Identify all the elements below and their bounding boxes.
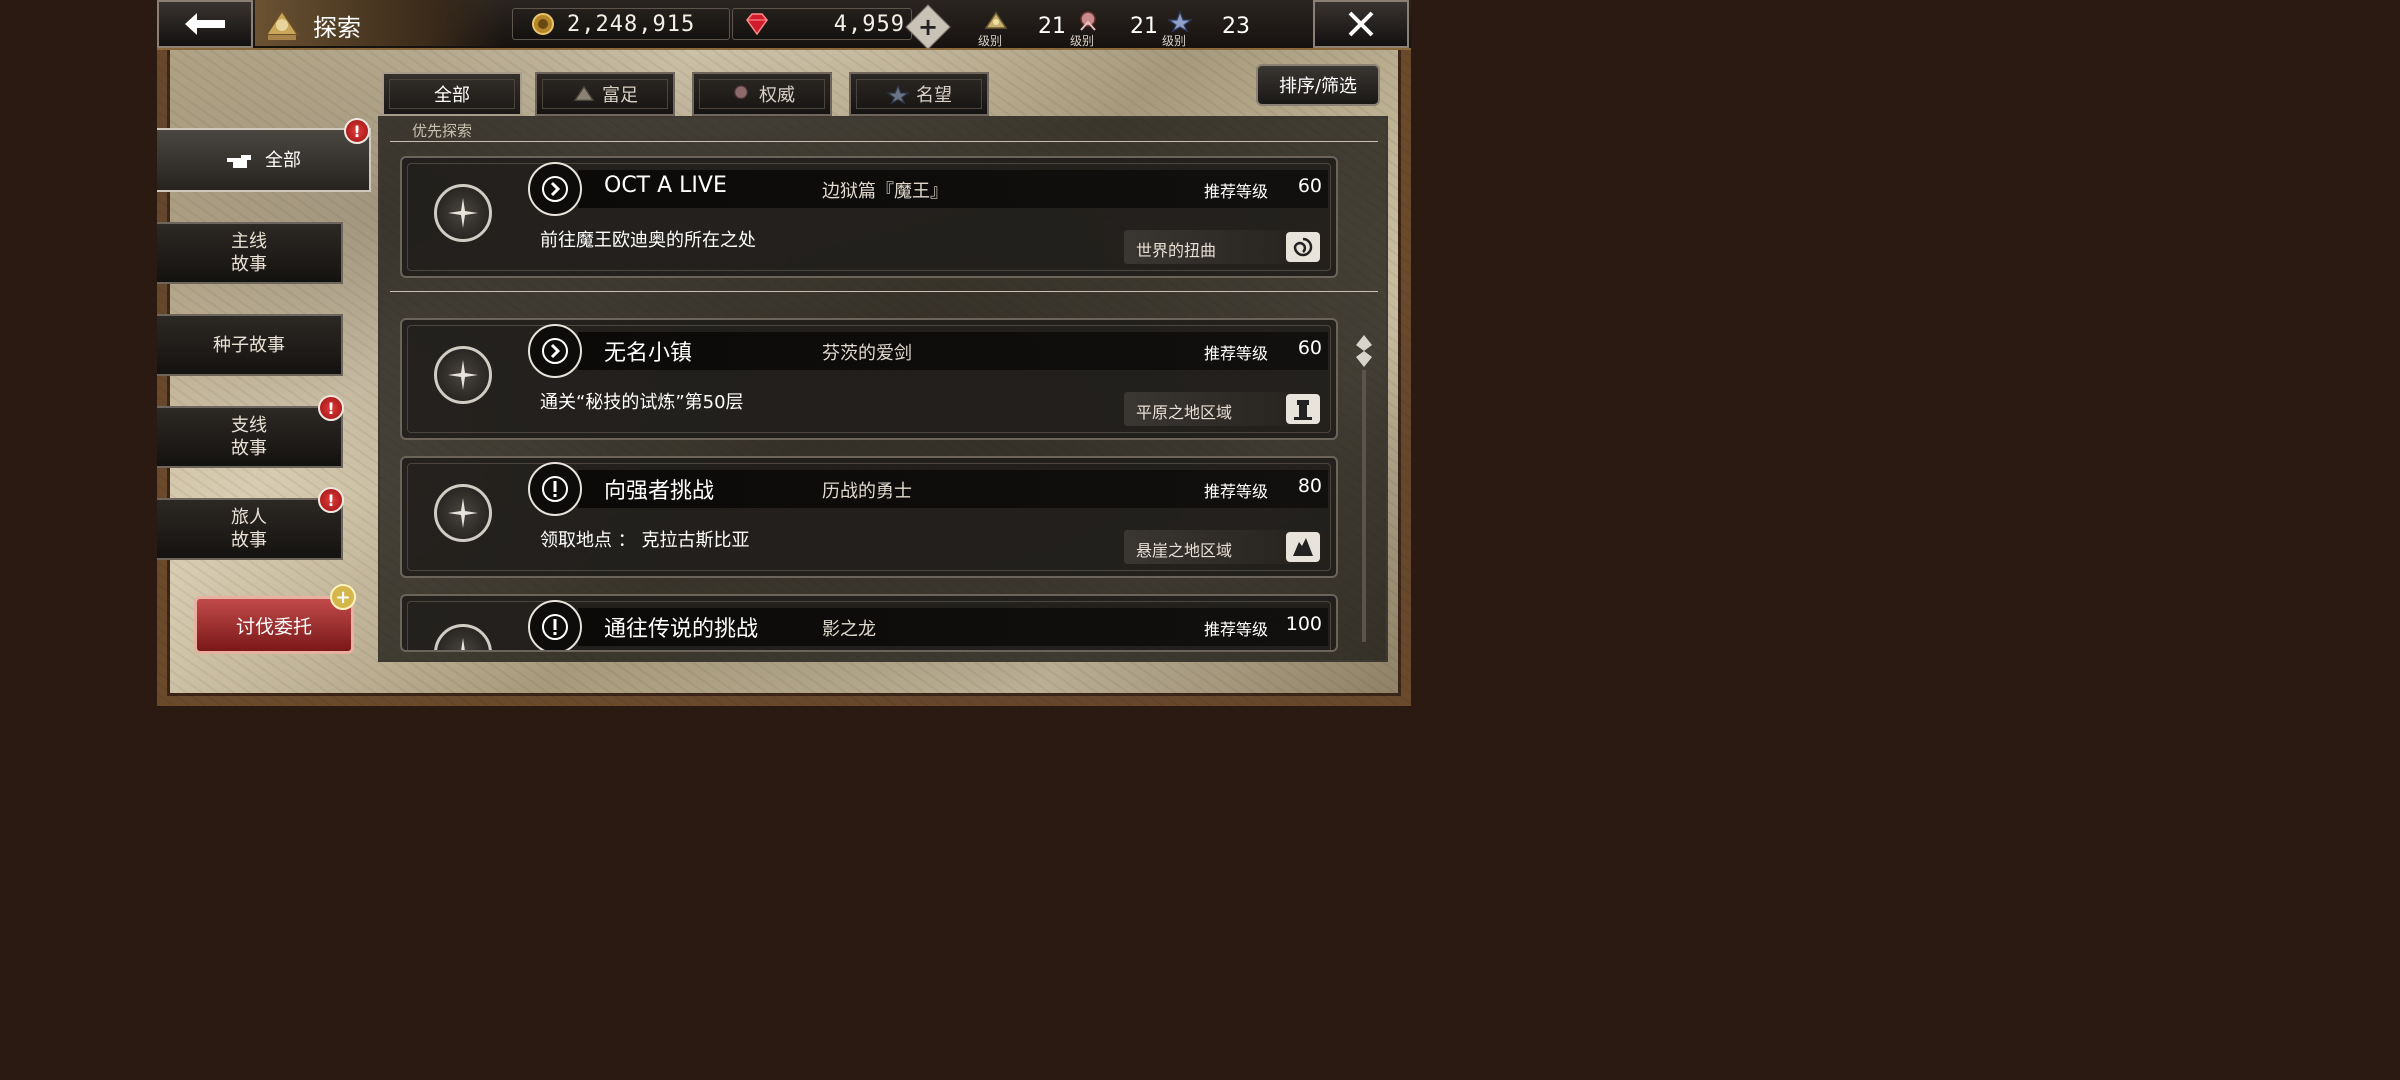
quest-name: OCT A LIVE — [604, 173, 727, 198]
arrow-circle-icon — [528, 324, 582, 378]
quest-description: 领取地点 ： 克拉古斯比亚 — [540, 530, 750, 551]
rec-level-value: 60 — [1297, 175, 1322, 197]
wealth-icon — [984, 11, 1008, 29]
coin-counter: 2,248,915 — [512, 8, 730, 40]
alert-badge: ! — [318, 395, 344, 421]
vortex-icon — [1286, 232, 1320, 262]
sidebar-item-traveler-story[interactable]: 旅人 故事 — [157, 498, 343, 560]
rec-level-value: 100 — [1285, 613, 1322, 635]
rec-level-label: 推荐等级 — [1204, 182, 1269, 201]
power-level: 级别 21 — [1068, 10, 1168, 48]
alert-badge: ! — [344, 118, 370, 144]
close-button[interactable] — [1313, 0, 1409, 48]
sort-filter-button[interactable]: 排序/筛选 — [1256, 64, 1380, 106]
subjugation-request-button[interactable]: 讨伐委托 — [194, 596, 354, 654]
right-backdrop — [1411, 0, 1568, 706]
plus-icon: + — [917, 13, 939, 41]
quest-subtitle: 影之龙 — [822, 619, 876, 640]
arrow-circle-icon — [528, 162, 582, 216]
quest-card[interactable]: 无名小镇 芬茨的爱剑 推荐等级 60 通关“秘技的试炼”第50层 平原之地区域 — [400, 318, 1338, 440]
compass-emblem-icon — [434, 184, 492, 242]
tab-power[interactable]: 权威 — [692, 72, 832, 116]
gem-counter: 4,959 — [732, 8, 912, 40]
scrollbar-thumb[interactable] — [1355, 334, 1373, 368]
divider-bottom — [390, 291, 1378, 292]
tab-wealth[interactable]: 富足 — [535, 72, 675, 116]
quest-card[interactable]: 向强者挑战 历战的勇士 推荐等级 80 领取地点 ： 克拉古斯比亚 悬崖之地区域 — [400, 456, 1338, 578]
tower-icon — [1286, 394, 1320, 424]
sidebar-item-all[interactable]: 全部 — [157, 128, 371, 192]
divider-top — [390, 141, 1378, 142]
quest-subtitle: 边狱篇『魔王』 — [822, 181, 948, 202]
quest-subtitle: 历战的勇士 — [822, 481, 912, 502]
tab-all[interactable]: 全部 — [382, 72, 522, 116]
quest-description: 通关“秘技的试炼”第50层 — [540, 392, 744, 413]
left-backdrop — [0, 0, 157, 706]
close-icon — [1348, 11, 1374, 37]
quest-name: 向强者挑战 — [604, 479, 715, 504]
sidebar-item-side-story[interactable]: 支线 故事 — [157, 406, 343, 468]
rec-level-label: 推荐等级 — [1204, 344, 1269, 363]
back-arrow-icon — [185, 13, 225, 35]
coin-value: 2,248,915 — [567, 11, 696, 37]
wealth-icon — [573, 85, 595, 102]
quest-name: 无名小镇 — [604, 341, 693, 366]
fame-icon — [1167, 10, 1193, 32]
page-title: 探索 — [313, 14, 361, 42]
back-button[interactable] — [157, 0, 253, 48]
quest-card[interactable]: 通往传说的挑战 影之龙 推荐等级 100 — [400, 594, 1338, 652]
region-label: 平原之地区域 — [1136, 403, 1233, 422]
tab-fame[interactable]: 名望 — [849, 72, 989, 116]
rec-level-label: 推荐等级 — [1204, 482, 1269, 501]
cliff-icon — [1286, 532, 1320, 562]
exclamation-circle-icon — [528, 462, 582, 516]
gem-icon — [746, 13, 768, 36]
quest-name: 通往传说的挑战 — [604, 617, 759, 642]
fame-icon — [886, 84, 910, 104]
section-label: 优先探索 — [412, 122, 473, 140]
region-label: 悬崖之地区域 — [1136, 541, 1233, 560]
rec-level-value: 60 — [1297, 337, 1322, 359]
quest-card[interactable]: OCT A LIVE 边狱篇『魔王』 推荐等级 60 前往魔王欧迪奥的所在之处 … — [400, 156, 1338, 278]
power-icon — [733, 85, 749, 100]
compass-emblem-icon — [434, 624, 492, 650]
wealth-level: 级别 21 — [976, 10, 1076, 48]
scrollbar-track[interactable] — [1362, 370, 1366, 642]
power-icon — [1080, 11, 1096, 31]
coin-icon — [532, 13, 554, 35]
rec-level-label: 推荐等级 — [1204, 620, 1269, 639]
exclamation-circle-icon — [528, 600, 582, 650]
compass-emblem-icon — [434, 484, 492, 542]
pointing-hand-icon — [227, 155, 251, 168]
quest-subtitle: 芬茨的爱剑 — [822, 343, 912, 364]
fame-level: 级别 23 — [1160, 10, 1260, 48]
quest-description: 前往魔王欧迪奥的所在之处 — [540, 230, 756, 251]
sidebar-item-seed-story[interactable]: 种子故事 — [157, 314, 343, 376]
explore-icon — [260, 4, 304, 44]
compass-emblem-icon — [434, 346, 492, 404]
rec-level-value: 80 — [1297, 475, 1322, 497]
sparkle-plus-icon: + — [330, 584, 356, 610]
sidebar-item-main-story[interactable]: 主线 故事 — [157, 222, 343, 284]
region-label: 世界的扭曲 — [1136, 241, 1217, 260]
alert-badge: ! — [318, 487, 344, 513]
gem-value: 4,959 — [833, 11, 905, 37]
